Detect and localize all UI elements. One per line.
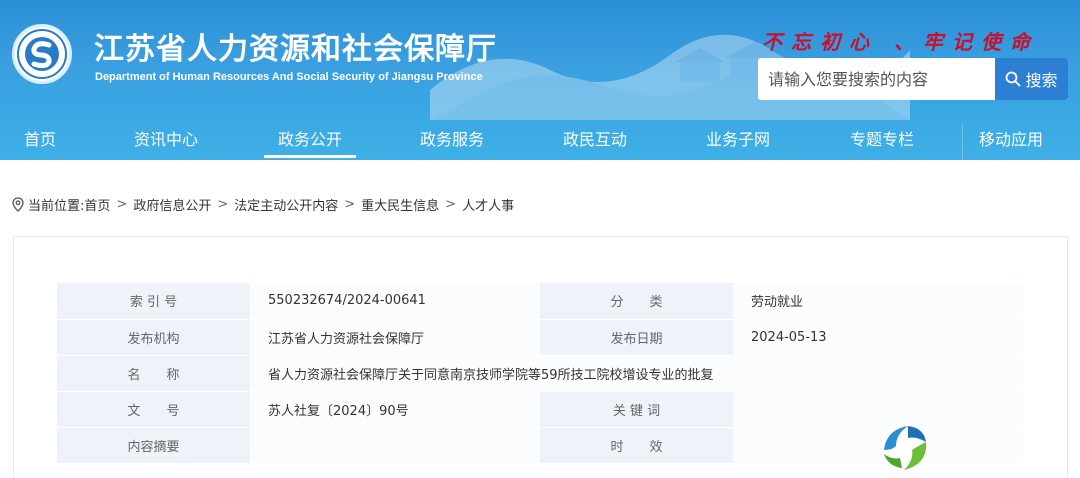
- category-label: 分 类: [540, 283, 733, 320]
- index-value: 550232674/2024-00641: [250, 283, 540, 320]
- name-value: 省人力资源社会保障厅关于同意南京技师学院等59所技工院校增设专业的批复: [250, 355, 1023, 392]
- search-icon: [1006, 71, 1021, 87]
- table-row: 索 引 号 550232674/2024-00641 分 类 劳动就业: [57, 283, 1023, 320]
- breadcrumb-separator: >: [116, 197, 128, 212]
- index-label: 索 引 号: [57, 283, 250, 320]
- nav-divider: [962, 124, 963, 160]
- search-button-label: 搜索: [1025, 71, 1058, 90]
- date-value: 2024-05-13: [733, 319, 1023, 356]
- breadcrumb-prefix: 当前位置:: [28, 199, 85, 214]
- site-title: 江苏省人力资源和社会保障厅: [94, 32, 497, 67]
- breadcrumb-link-livelihood[interactable]: 重大民生信息: [361, 195, 439, 214]
- nav-item-news[interactable]: 资讯中心: [80, 116, 252, 160]
- breadcrumb-separator: >: [445, 197, 457, 212]
- nav-item-gov-affairs-open[interactable]: 政务公开: [252, 116, 368, 160]
- main-nav: 首页 资讯中心 政务公开 政务服务 政民互动 业务子网 专题专栏 移动应用: [0, 116, 1080, 160]
- nav-label: 首页: [23, 130, 56, 149]
- name-label: 名 称: [57, 355, 250, 392]
- breadcrumb-separator: >: [344, 197, 356, 212]
- publisher-label: 发布机构: [57, 319, 250, 356]
- slogan: 不忘初心 、牢记使命: [762, 30, 1039, 54]
- nav-item-gov-services[interactable]: 政务服务: [368, 116, 536, 160]
- nav-label: 专题专栏: [849, 130, 914, 149]
- breadcrumb-link-talent[interactable]: 人才人事: [462, 195, 514, 214]
- nav-label: 政务公开: [277, 130, 342, 149]
- nav-item-sub-sites[interactable]: 业务子网: [654, 116, 822, 160]
- location-pin-icon: [12, 197, 24, 212]
- app-logo-icon[interactable]: [878, 420, 932, 474]
- nav-item-home[interactable]: 首页: [0, 116, 80, 160]
- docno-value: 苏人社复〔2024〕90号: [250, 391, 540, 428]
- nav-item-interaction[interactable]: 政民互动: [536, 116, 654, 160]
- breadcrumb-link-statutory[interactable]: 法定主动公开内容: [234, 195, 338, 214]
- date-label: 发布日期: [540, 319, 733, 356]
- category-value: 劳动就业: [733, 283, 1023, 320]
- summary-label: 内容摘要: [57, 427, 250, 464]
- publisher-value: 江苏省人力资源社会保障厅: [250, 319, 540, 356]
- department-logo[interactable]: [12, 24, 72, 84]
- table-row: 名 称 省人力资源社会保障厅关于同意南京技师学院等59所技工院校增设专业的批复: [57, 355, 1023, 392]
- search-box: 搜索: [758, 58, 1068, 100]
- summary-value: [250, 427, 540, 464]
- table-row: 发布机构 江苏省人力资源社会保障厅 发布日期 2024-05-13: [57, 319, 1023, 356]
- search-input[interactable]: [758, 58, 995, 100]
- validity-label: 时 效: [540, 427, 733, 464]
- nav-label: 资讯中心: [133, 130, 198, 149]
- nav-label: 政民互动: [562, 130, 627, 149]
- nav-item-topics[interactable]: 专题专栏: [822, 116, 942, 160]
- nav-label: 移动应用: [978, 130, 1043, 149]
- breadcrumb-link-home[interactable]: 首页: [84, 195, 110, 214]
- breadcrumb: 当前位置: 首页 > 政府信息公开 > 法定主动公开内容 > 重大民生信息 > …: [12, 195, 514, 214]
- nav-label: 业务子网: [705, 130, 770, 149]
- breadcrumb-link-gov-info[interactable]: 政府信息公开: [133, 195, 211, 214]
- docno-label: 文 号: [57, 391, 250, 428]
- site-subtitle: Department of Human Resources And Social…: [95, 71, 483, 83]
- search-button[interactable]: 搜索: [995, 58, 1068, 100]
- breadcrumb-separator: >: [217, 197, 229, 212]
- keywords-label: 关 键 词: [540, 391, 733, 428]
- nav-label: 政务服务: [419, 130, 484, 149]
